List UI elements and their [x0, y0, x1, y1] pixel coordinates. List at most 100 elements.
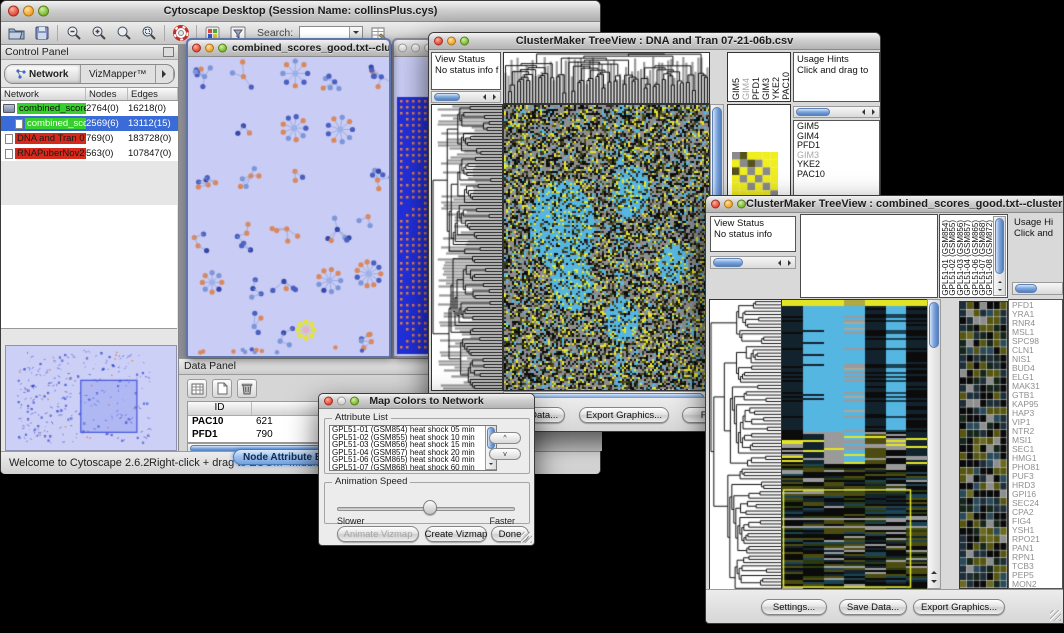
attribute-list-item[interactable]: GPL51-07 (GSM868) heat shock 60 min	[330, 464, 496, 471]
animate-vizmap-button[interactable]: Animate Vizmap	[337, 526, 419, 542]
export-graphics-button[interactable]: Export Graphics...	[913, 599, 1005, 615]
column-label[interactable]: GIM3	[761, 78, 771, 100]
attribute-select-icon[interactable]	[187, 379, 207, 398]
birdseye-view[interactable]	[5, 345, 177, 451]
resize-grip[interactable]	[521, 532, 532, 543]
scroll-right-arrow[interactable]	[869, 107, 879, 117]
treeview1-title-bar[interactable]: ClusterMaker TreeView : DNA and Tran 07-…	[429, 33, 880, 50]
speed-slider-thumb[interactable]	[423, 500, 437, 515]
close-button[interactable]	[192, 44, 201, 53]
column-dendrogram[interactable]	[503, 52, 710, 104]
scroll-right-arrow[interactable]	[490, 92, 500, 102]
scroll-down-arrow[interactable]	[486, 460, 495, 468]
delete-attribute-icon[interactable]	[237, 379, 257, 398]
col-id[interactable]: ID	[188, 402, 252, 415]
minimize-button[interactable]	[447, 37, 456, 46]
scrollbar-thumb[interactable]	[434, 93, 460, 101]
resize-grip[interactable]	[1050, 610, 1061, 621]
dialog-title-bar[interactable]: Map Colors to Network	[319, 394, 534, 409]
minimize-button[interactable]	[205, 44, 214, 53]
main-title-bar[interactable]: Cytoscape Desktop (Session Name: collins…	[1, 1, 600, 22]
row-dendrogram[interactable]	[431, 104, 503, 391]
save-data-button[interactable]: Save Data...	[839, 599, 907, 615]
scroll-down-arrow[interactable]	[929, 577, 939, 587]
status-hscrollbar[interactable]	[710, 256, 796, 269]
scroll-left-arrow[interactable]	[774, 258, 784, 268]
column-label[interactable]: PAC10	[781, 72, 791, 100]
attribute-list[interactable]: GPL51-01 (GSM854) heat shock 05 minGPL51…	[329, 425, 497, 471]
float-panel-icon[interactable]	[163, 47, 174, 57]
hints-hscrollbar[interactable]	[793, 106, 880, 118]
open-file-icon[interactable]	[7, 24, 26, 42]
heatmap-vscrollbar[interactable]	[927, 299, 941, 589]
network1-title-bar[interactable]: combined_scores_good.txt--cluste...	[188, 40, 389, 57]
col-edges[interactable]: Edges	[128, 88, 178, 100]
treeview2-title-bar[interactable]: ClusterMaker TreeView : combined_scores_…	[706, 196, 1063, 213]
scroll-down-arrow[interactable]	[995, 286, 1004, 294]
zoom-fit-icon[interactable]	[114, 24, 133, 42]
zoom-button[interactable]	[350, 397, 359, 406]
minimize-button[interactable]	[724, 200, 733, 209]
scroll-up-arrow[interactable]	[929, 567, 939, 577]
zoom-button[interactable]	[38, 6, 49, 17]
save-icon[interactable]	[32, 24, 51, 42]
zoom-selected-icon[interactable]	[139, 24, 158, 42]
minimize-button[interactable]	[23, 6, 34, 17]
zoom-button[interactable]	[218, 44, 227, 53]
network2-title-bar[interactable]	[394, 40, 430, 57]
scrollbar-thumb[interactable]	[995, 218, 1004, 274]
gene-label[interactable]: MON2	[1012, 580, 1059, 589]
labels-vscrollbar[interactable]	[993, 216, 1006, 296]
zoom-button[interactable]	[460, 37, 469, 46]
scroll-left-arrow[interactable]	[479, 92, 489, 102]
row-dendrogram[interactable]	[709, 299, 782, 591]
create-vizmap-button[interactable]: Create Vizmap	[425, 526, 487, 542]
network-table-row[interactable]: DNA and Tran 07 769(0) 183728(0)	[1, 131, 178, 146]
column-label[interactable]: GIM4	[741, 78, 751, 100]
col-nodes[interactable]: Nodes	[86, 88, 128, 100]
settings-button[interactable]: Settings...	[761, 599, 827, 615]
column-dendrogram-empty[interactable]	[800, 214, 938, 298]
zoom-in-icon[interactable]	[89, 24, 108, 42]
close-button[interactable]	[434, 37, 443, 46]
column-label[interactable]: PFD1	[751, 77, 761, 100]
close-button[interactable]	[711, 200, 720, 209]
hints-hscrollbar[interactable]	[1012, 282, 1063, 295]
zoom-button[interactable]	[737, 200, 746, 209]
scrollbar-thumb[interactable]	[796, 108, 830, 116]
tab-network[interactable]: Network	[5, 65, 81, 83]
move-up-button[interactable]: ^	[489, 432, 521, 444]
global-heatmap[interactable]	[503, 104, 710, 391]
network-list-empty-area[interactable]	[1, 205, 177, 329]
network-table-row[interactable]: combined_scores_ 2764(0) 16218(0)	[1, 101, 178, 116]
minimize-button[interactable]	[411, 44, 420, 53]
close-button[interactable]	[8, 6, 19, 17]
zoom-heatmap[interactable]	[732, 152, 778, 198]
move-down-button[interactable]: v	[489, 448, 521, 460]
network-canvas-2[interactable]	[394, 57, 432, 358]
gene-label[interactable]: PAC10	[797, 170, 876, 180]
zoom-heatmap[interactable]	[959, 301, 1008, 589]
network-table-row[interactable]: combined_sco 2569(6) 13112(15)	[1, 116, 178, 131]
close-button[interactable]	[324, 397, 333, 406]
zoom-out-icon[interactable]	[64, 24, 83, 42]
scroll-left-arrow[interactable]	[858, 107, 868, 117]
network-table-row[interactable]: RNAPuberNov2+| 563(0) 107847(0)	[1, 146, 178, 161]
close-button[interactable]	[398, 44, 407, 53]
tab-overflow-arrow[interactable]	[156, 65, 174, 83]
scrollbar-thumb[interactable]	[713, 258, 743, 267]
scrollbar-thumb[interactable]	[929, 302, 939, 348]
new-attribute-icon[interactable]	[212, 379, 232, 398]
scroll-up-arrow[interactable]	[995, 278, 1004, 286]
col-network[interactable]: Network	[1, 88, 86, 100]
global-heatmap[interactable]	[781, 299, 928, 591]
scroll-right-arrow[interactable]	[785, 258, 795, 268]
tab-vizmapper[interactable]: VizMapper™	[81, 65, 157, 83]
column-label[interactable]: GIM5	[731, 78, 741, 100]
minimize-button[interactable]	[337, 397, 346, 406]
scrollbar-thumb[interactable]	[1015, 284, 1037, 293]
export-graphics-button[interactable]: Export Graphics...	[579, 407, 669, 423]
status-hscrollbar[interactable]	[431, 91, 501, 103]
column-label[interactable]: YKE2	[771, 77, 781, 100]
network-canvas-1[interactable]	[188, 57, 389, 358]
